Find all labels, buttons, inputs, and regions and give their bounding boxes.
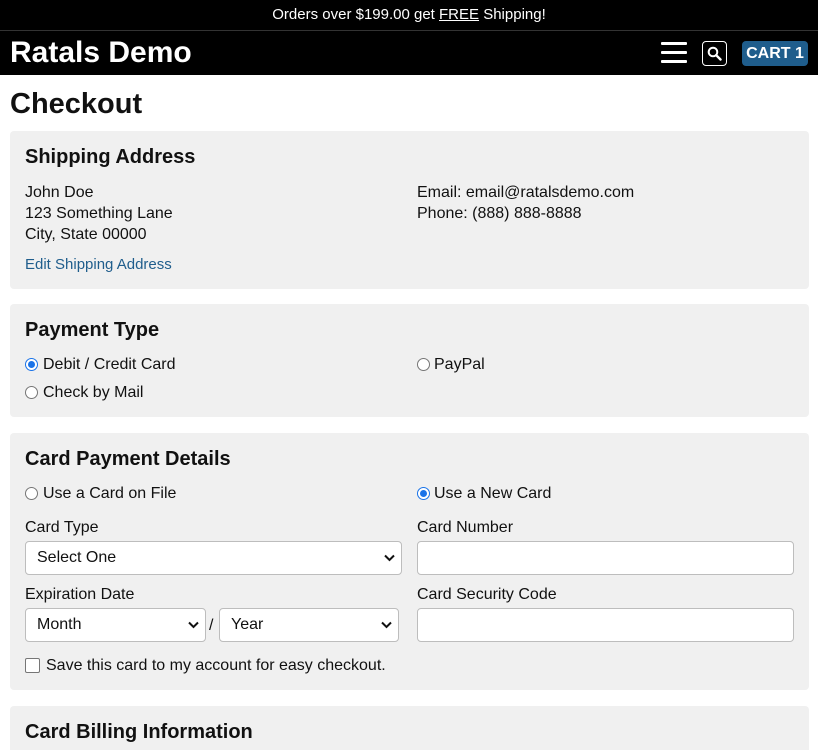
expiration-date-label: Expiration Date	[25, 586, 135, 603]
card-number-label: Card Number	[417, 519, 514, 536]
radio-label-card-on-file[interactable]: Use a Card on File	[43, 483, 176, 504]
expiration-month-value: Month	[37, 616, 82, 633]
radio-debit-credit-card[interactable]	[25, 358, 38, 371]
promo-text-before: Orders over $199.00 get	[272, 6, 440, 23]
hamburger-icon[interactable]	[661, 42, 687, 64]
chevron-down-icon	[188, 621, 199, 629]
radio-check-by-mail[interactable]	[25, 386, 38, 399]
shipping-city: City, State 00000	[25, 226, 147, 243]
shipping-address-title: Shipping Address	[25, 146, 196, 168]
card-type-label: Card Type	[25, 519, 99, 536]
save-card-label[interactable]: Save this card to my account for easy ch…	[46, 655, 386, 676]
promo-bar: Orders over $199.00 get FREE Shipping!	[0, 0, 818, 30]
card-type-select-value: Select One	[37, 549, 117, 566]
shipping-address-panel: Shipping Address John Doe 123 Something …	[10, 131, 809, 289]
expiration-month-select[interactable]: Month	[25, 608, 206, 642]
payment-type-panel: Payment Type Debit / Credit Card PayPal …	[10, 304, 809, 417]
cart-button[interactable]: CART 1	[742, 41, 808, 66]
radio-label-debit-credit-card[interactable]: Debit / Credit Card	[43, 354, 176, 375]
page-title: Checkout	[10, 88, 143, 120]
radio-label-new-card[interactable]: Use a New Card	[434, 483, 551, 504]
brand-logo[interactable]: Ratals Demo	[10, 35, 192, 71]
card-payment-details-panel: Card Payment Details Use a Card on File …	[10, 433, 809, 690]
shipping-phone: Phone: (888) 888-8888	[417, 205, 582, 222]
radio-label-paypal[interactable]: PayPal	[434, 354, 485, 375]
shipping-name: John Doe	[25, 184, 94, 201]
promo-free-link[interactable]: FREE	[439, 6, 479, 23]
card-billing-information-title: Card Billing Information	[25, 721, 253, 743]
radio-label-check-by-mail[interactable]: Check by Mail	[43, 382, 143, 403]
radio-paypal[interactable]	[417, 358, 430, 371]
search-button[interactable]	[702, 41, 727, 66]
security-code-input[interactable]	[417, 608, 794, 642]
chevron-down-icon	[384, 554, 395, 562]
site-header: Ratals Demo CART 1	[0, 30, 818, 75]
card-type-select[interactable]: Select One	[25, 541, 402, 575]
payment-type-title: Payment Type	[25, 319, 160, 341]
card-payment-details-title: Card Payment Details	[25, 448, 231, 470]
radio-new-card[interactable]	[417, 487, 430, 500]
promo-text-after: Shipping!	[479, 6, 546, 23]
expiration-separator: /	[209, 617, 214, 634]
save-card-checkbox[interactable]	[25, 658, 40, 673]
card-number-input[interactable]	[417, 541, 794, 575]
shipping-email: Email: email@ratalsdemo.com	[417, 184, 635, 201]
card-billing-information-panel: Card Billing Information	[10, 706, 809, 750]
search-icon	[707, 46, 722, 61]
expiration-year-select[interactable]: Year	[219, 608, 399, 642]
radio-card-on-file[interactable]	[25, 487, 38, 500]
security-code-label: Card Security Code	[417, 586, 557, 603]
shipping-street: 123 Something Lane	[25, 205, 173, 222]
edit-shipping-address-link[interactable]: Edit Shipping Address	[25, 254, 172, 275]
chevron-down-icon	[381, 621, 392, 629]
expiration-year-value: Year	[231, 616, 264, 633]
